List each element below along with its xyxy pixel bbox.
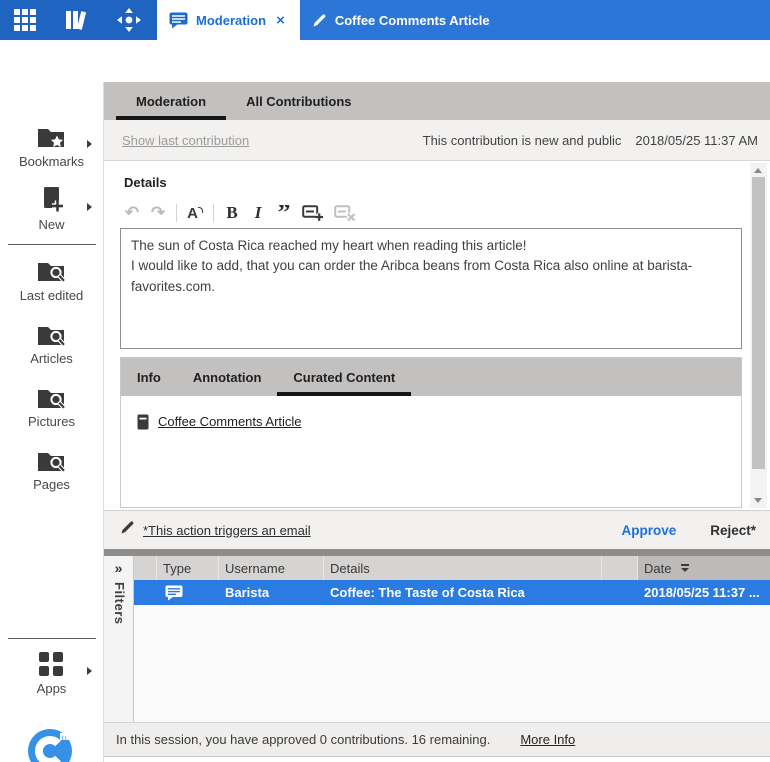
pencil-icon bbox=[120, 520, 135, 540]
panel-splitter[interactable] bbox=[104, 549, 770, 556]
details-section: Details ↶ ↷ A B I ” The sun of Costa Ric… bbox=[104, 161, 770, 510]
apps-grid-icon[interactable] bbox=[14, 9, 36, 31]
tab-moderation[interactable]: Moderation bbox=[116, 82, 226, 120]
contribution-date: 2018/05/25 11:37 AM bbox=[635, 133, 758, 148]
email-trigger-note[interactable]: *This action triggers an email bbox=[143, 523, 311, 538]
add-link-icon[interactable] bbox=[302, 204, 324, 222]
inner-tabbar: Info Annotation Curated Content bbox=[121, 358, 741, 396]
apps-expand-arrow[interactable] bbox=[87, 667, 92, 675]
cell-details: Coffee: The Taste of Costa Rica bbox=[330, 580, 525, 605]
details-scrollbar[interactable] bbox=[750, 163, 767, 508]
top-tab-moderation[interactable]: Moderation × bbox=[157, 0, 297, 40]
details-label: Details bbox=[124, 175, 167, 190]
moderation-bubble-icon bbox=[169, 12, 188, 29]
top-bar: Moderation × Coffee Comments Article bbox=[0, 0, 770, 40]
coremedia-logo[interactable] bbox=[27, 728, 73, 762]
app-header bbox=[0, 0, 157, 40]
more-info-link[interactable]: More Info bbox=[520, 732, 575, 747]
sidebar-item-articles[interactable]: Articles bbox=[0, 351, 103, 366]
sidebar-item-apps[interactable]: Apps bbox=[0, 681, 103, 696]
reject-button[interactable]: Reject* bbox=[710, 523, 756, 538]
bookmarks-folder-icon[interactable] bbox=[37, 126, 67, 157]
top-tab-article[interactable]: Coffee Comments Article bbox=[300, 0, 502, 40]
sidebar-item-bookmarks[interactable]: Bookmarks bbox=[0, 154, 103, 169]
new-expand-arrow[interactable] bbox=[87, 203, 92, 211]
richtext-toolbar: ↶ ↷ A B I ” bbox=[124, 199, 356, 227]
contribution-header-row: Show last contribution This contribution… bbox=[104, 120, 770, 161]
library-icon[interactable] bbox=[63, 8, 89, 32]
apps-icon[interactable] bbox=[39, 652, 63, 681]
folder-search-icon[interactable] bbox=[37, 260, 67, 291]
scroll-up-icon[interactable] bbox=[754, 168, 762, 173]
show-last-contribution-link[interactable]: Show last contribution bbox=[122, 133, 249, 148]
remove-format-icon[interactable]: A bbox=[187, 205, 203, 222]
grid-header-spacer bbox=[602, 556, 638, 580]
curated-content-link[interactable]: Coffee Comments Article bbox=[158, 414, 302, 429]
tab-info[interactable]: Info bbox=[121, 358, 177, 396]
grid-header-spacer bbox=[134, 556, 157, 580]
sidebar-divider bbox=[8, 244, 96, 245]
bookmarks-expand-arrow[interactable] bbox=[87, 140, 92, 148]
left-sidebar: Bookmarks New Last edited Articles Pictu… bbox=[0, 40, 103, 762]
contributions-grid: » Filters Type Username Details Date Bar… bbox=[104, 556, 770, 722]
scrollbar-thumb[interactable] bbox=[752, 177, 765, 469]
grid-header-details[interactable]: Details bbox=[324, 556, 602, 580]
session-status-bar: In this session, you have approved 0 con… bbox=[104, 722, 770, 757]
coremedia-studio-window: Moderation × Coffee Comments Article Boo… bbox=[0, 0, 770, 762]
close-icon[interactable]: × bbox=[276, 12, 285, 29]
cell-username: Barista bbox=[225, 580, 269, 605]
tab-annotation[interactable]: Annotation bbox=[177, 358, 278, 396]
contribution-status-text: This contribution is new and public bbox=[423, 133, 622, 148]
remove-format-hook bbox=[198, 207, 203, 213]
sidebar-divider bbox=[8, 638, 96, 639]
contribution-info-panel: Info Annotation Curated Content Coffee C… bbox=[120, 357, 742, 508]
sidebar-item-new[interactable]: New bbox=[0, 217, 103, 232]
locate-icon[interactable] bbox=[116, 7, 142, 33]
grid-header-type[interactable]: Type bbox=[157, 556, 219, 580]
document-icon bbox=[137, 414, 149, 435]
grid-row-selected[interactable]: Barista Coffee: The Taste of Costa Rica … bbox=[134, 580, 770, 605]
top-tab-moderation-label: Moderation bbox=[196, 13, 266, 28]
grid-header-date[interactable]: Date bbox=[638, 556, 770, 580]
grid-header-username[interactable]: Username bbox=[219, 556, 324, 580]
toolbar-divider bbox=[213, 204, 214, 222]
tab-curated-content[interactable]: Curated Content bbox=[277, 358, 411, 396]
italic-icon[interactable]: I bbox=[250, 203, 266, 223]
remove-link-icon[interactable] bbox=[334, 204, 356, 222]
session-summary-text: In this session, you have approved 0 con… bbox=[116, 732, 490, 747]
top-tab-article-label: Coffee Comments Article bbox=[335, 13, 490, 28]
cell-date: 2018/05/25 11:37 ... bbox=[644, 580, 760, 605]
moderation-panel: Moderation All Contributions Show last c… bbox=[103, 82, 770, 762]
new-document-icon[interactable] bbox=[41, 186, 65, 219]
bold-icon[interactable]: B bbox=[224, 203, 240, 223]
sidebar-item-pages[interactable]: Pages bbox=[0, 477, 103, 492]
undo-icon[interactable]: ↶ bbox=[124, 203, 140, 223]
scroll-down-icon[interactable] bbox=[754, 498, 762, 503]
toolbar-divider bbox=[176, 204, 177, 222]
filters-label: Filters bbox=[112, 582, 127, 625]
sidebar-item-last-edited[interactable]: Last edited bbox=[0, 288, 103, 303]
comment-bubble-icon bbox=[165, 580, 183, 605]
contribution-text-editor[interactable]: The sun of Costa Rica reached my heart w… bbox=[120, 228, 742, 349]
expand-filters-icon[interactable]: » bbox=[104, 560, 133, 576]
redo-icon[interactable]: ↷ bbox=[150, 203, 166, 223]
action-bar: *This action triggers an email Approve R… bbox=[104, 510, 770, 549]
sidebar-item-pictures[interactable]: Pictures bbox=[0, 414, 103, 429]
tab-all-contributions[interactable]: All Contributions bbox=[226, 82, 371, 120]
curated-content-panel: Coffee Comments Article bbox=[121, 396, 741, 507]
filters-panel-collapsed[interactable]: » Filters bbox=[104, 556, 134, 722]
approve-button[interactable]: Approve bbox=[621, 523, 676, 538]
pencil-icon bbox=[312, 13, 327, 28]
blockquote-icon[interactable]: ” bbox=[276, 205, 292, 221]
panel-tabbar: Moderation All Contributions bbox=[104, 82, 770, 120]
sort-descending-icon bbox=[681, 564, 689, 571]
